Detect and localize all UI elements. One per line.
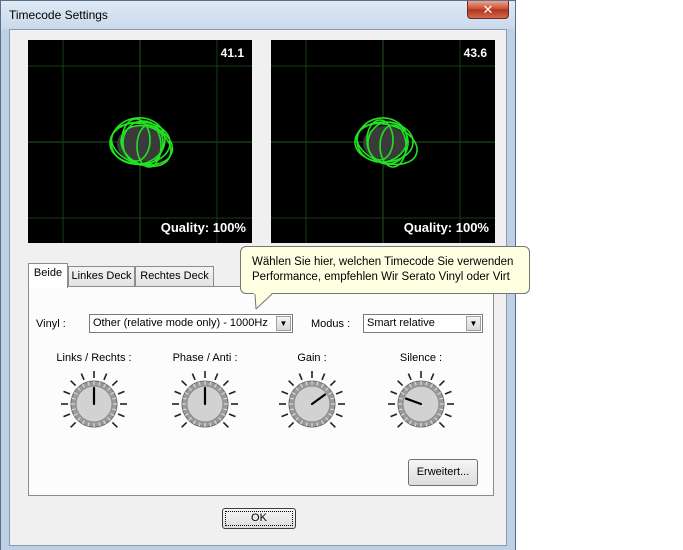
close-button[interactable]: ✕	[467, 1, 509, 19]
knob-tick	[438, 380, 445, 387]
knob-tick	[288, 421, 295, 428]
modus-select-value: Smart relative	[367, 317, 435, 329]
knob-silence[interactable]	[386, 369, 456, 439]
knob-tick	[222, 380, 229, 387]
knob-tick	[191, 373, 196, 381]
knob-tick	[228, 390, 236, 395]
knob-tick	[181, 380, 188, 387]
knob-tick	[444, 413, 452, 418]
knob-label-links-rechts: Links / Rechts :	[56, 352, 132, 364]
knob-tick	[430, 373, 435, 381]
tooltip-line-2: Performance, empfehlen Wir Serato Vinyl …	[252, 271, 510, 283]
knob-tick	[174, 390, 182, 395]
knob-tick	[80, 373, 85, 381]
knob-tick	[390, 413, 398, 418]
tab-rechtes-deck[interactable]: Rechtes Deck	[135, 266, 214, 286]
knob-tick	[281, 390, 289, 395]
knob-tick	[63, 390, 71, 395]
knob-tick	[103, 373, 108, 381]
ok-button[interactable]: OK	[222, 508, 296, 529]
ok-button-label: OK	[251, 512, 267, 524]
vinyl-label: Vinyl :	[36, 318, 66, 330]
knob-tick	[397, 380, 404, 387]
modus-select[interactable]: Smart relative ▼	[363, 314, 483, 333]
knob-tick	[444, 390, 452, 395]
knob-tick	[174, 413, 182, 418]
knob-tick	[228, 413, 236, 418]
knob-tick	[390, 390, 398, 395]
knob-tick	[70, 380, 77, 387]
knob-tick	[407, 373, 412, 381]
knob-tick	[222, 421, 229, 428]
tooltip-tail	[254, 293, 273, 310]
scope-right-quality: Quality: 100%	[403, 220, 489, 235]
knob-tick	[329, 421, 336, 428]
advanced-button[interactable]: Erweitert...	[408, 459, 478, 486]
tab-beide[interactable]: Beide	[28, 263, 68, 288]
knob-label-gain: Gain :	[297, 352, 327, 364]
modus-label: Modus :	[311, 318, 351, 330]
knob-tick	[63, 413, 71, 418]
knob-tick	[214, 373, 219, 381]
title-bar[interactable]: Timecode Settings ✕	[1, 1, 515, 29]
knob-gain[interactable]	[277, 369, 347, 439]
knob-tick	[329, 380, 336, 387]
tab-panel-beide: Vinyl : Other (relative mode only) - 100…	[28, 286, 494, 496]
knob-tick	[335, 413, 343, 418]
close-icon: ✕	[482, 2, 494, 17]
knob-tick	[117, 413, 125, 418]
knob-tick	[117, 390, 125, 395]
scope-left-graph	[28, 40, 252, 243]
knob-tick	[335, 390, 343, 395]
knob-links-rechts[interactable]	[59, 369, 129, 439]
vinyl-select[interactable]: Other (relative mode only) - 1000Hz ▼	[89, 314, 293, 333]
knob-tick	[70, 421, 77, 428]
knob-tick	[111, 421, 118, 428]
chevron-down-icon[interactable]: ▼	[276, 316, 291, 331]
scope-left-quality: Quality: 100%	[160, 220, 246, 235]
knob-label-silence: Silence :	[399, 352, 443, 364]
knob-tick	[397, 421, 404, 428]
knob-label-phase-anti: Phase / Anti :	[172, 352, 238, 364]
knob-tick	[321, 373, 326, 381]
scope-right: 43.6 Quality: 100%	[271, 40, 495, 243]
tab-linkes-deck[interactable]: Linkes Deck	[68, 266, 135, 286]
knob-tick	[181, 421, 188, 428]
knob-tick	[288, 380, 295, 387]
knob-tick	[438, 421, 445, 428]
scope-right-graph	[271, 40, 495, 243]
scope-left: 41.1 Quality: 100%	[28, 40, 252, 243]
vinyl-tooltip: Wählen Sie hier, welchen Timecode Sie ve…	[240, 246, 530, 294]
knob-tick	[281, 413, 289, 418]
scope-left-value: 41.1	[220, 46, 244, 60]
vinyl-select-value: Other (relative mode only) - 1000Hz	[93, 317, 268, 329]
scope-right-value: 43.6	[463, 46, 487, 60]
knob-phase-anti[interactable]	[170, 369, 240, 439]
knob-tick	[111, 380, 118, 387]
window-title: Timecode Settings	[9, 8, 108, 22]
knob-tick	[298, 373, 303, 381]
chevron-down-icon[interactable]: ▼	[466, 316, 481, 331]
tooltip-line-1: Wählen Sie hier, welchen Timecode Sie ve…	[252, 256, 514, 268]
